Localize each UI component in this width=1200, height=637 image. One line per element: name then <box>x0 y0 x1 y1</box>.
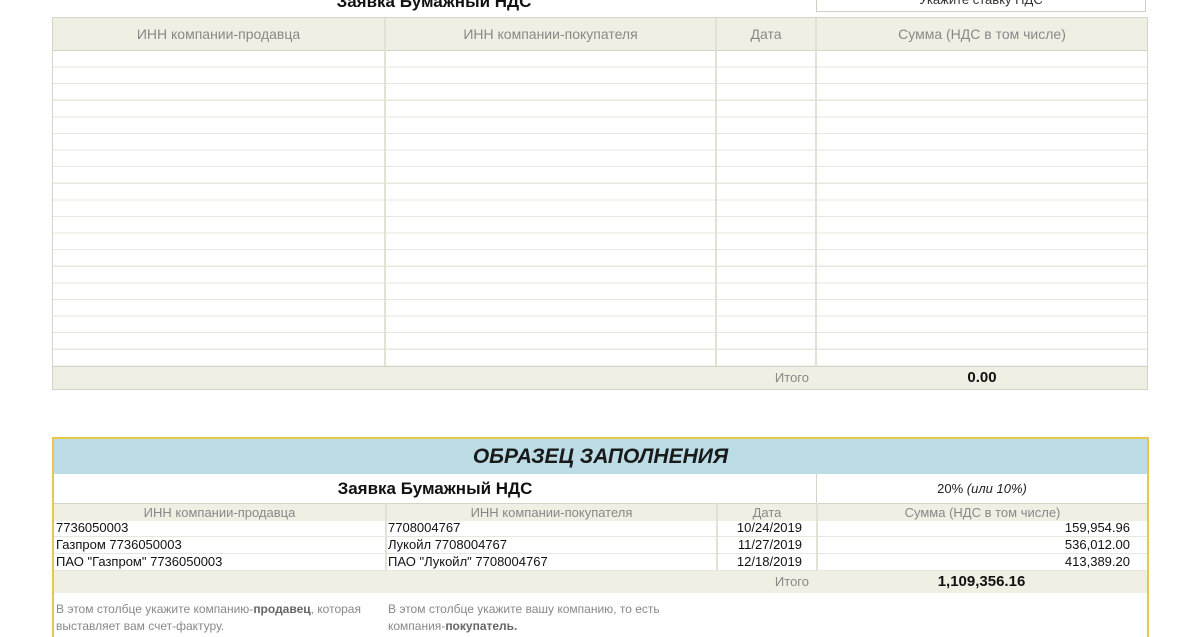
vat-rate-main: 20% <box>937 481 964 496</box>
table-row: ПАО "Газпром" 7736050003 ПАО "Лукойл" 77… <box>54 554 1147 571</box>
date-cell: 12/18/2019 <box>736 554 802 569</box>
column-divider <box>715 18 717 368</box>
header-seller-inn: ИНН компании-продавца <box>136 26 301 42</box>
header-buyer-inn: ИНН компании-покупателя <box>470 505 633 520</box>
note-bold: покупатель. <box>445 619 518 633</box>
total-label: Итого <box>774 574 809 589</box>
invoice-entry-table: ИНН компании-продавца ИНН компании-покуп… <box>52 17 1148 390</box>
buyer-cell: Лукойл 7708004767 <box>388 537 507 552</box>
top-sheet-title-clipped: Заявка Бумажный НДС <box>336 0 532 11</box>
column-divider <box>815 18 817 368</box>
vat-rate-alt: (или 10%) <box>966 481 1027 496</box>
buyer-cell: ПАО "Лукойл" 7708004767 <box>388 554 548 569</box>
amount-cell: 536,012.00 <box>1064 537 1130 552</box>
total-label: Итого <box>774 370 809 385</box>
total-value: 0.00 <box>967 369 997 386</box>
input-rows[interactable] <box>53 51 1147 368</box>
amount-cell: 413,389.20 <box>1064 554 1130 569</box>
seller-cell: ПАО "Газпром" 7736050003 <box>56 554 223 569</box>
date-cell: 10/24/2019 <box>736 520 802 535</box>
sample-table-header: ИНН компании-продавца ИНН компании-покуп… <box>54 503 1147 521</box>
header-amount: Сумма (НДС в том числе) <box>898 26 1066 42</box>
table-total-row: Итого 0.00 <box>53 366 1147 389</box>
sample-title: Заявка Бумажный НДС <box>337 479 533 498</box>
sample-vat-rate: 20% (или 10%) <box>816 474 1147 503</box>
sample-title-row: Заявка Бумажный НДС 20% (или 10%) <box>54 474 1147 503</box>
buyer-cell: 7708004767 <box>388 520 461 535</box>
amount-cell: 159,954.96 <box>1064 520 1130 535</box>
sample-banner: ОБРАЗЕЦ ЗАПОЛНЕНИЯ <box>54 439 1147 474</box>
sample-fill-table: ОБРАЗЕЦ ЗАПОЛНЕНИЯ Заявка Бумажный НДС 2… <box>52 437 1149 637</box>
sample-total-row: Итого 1,109,356.16 <box>54 571 1147 593</box>
note-bold: продавец <box>253 602 311 616</box>
date-cell: 11/27/2019 <box>737 537 802 552</box>
vat-rate-input-clipped[interactable]: Укажите ставку НДС <box>816 0 1146 12</box>
header-buyer-inn: ИНН компании-покупателя <box>463 26 638 42</box>
table-header: ИНН компании-продавца ИНН компании-покуп… <box>53 18 1147 51</box>
header-seller-inn: ИНН компании-продавца <box>143 505 296 520</box>
seller-cell: 7736050003 <box>56 520 129 535</box>
column-divider <box>384 18 386 368</box>
header-amount: Сумма (НДС в том числе) <box>904 505 1061 520</box>
seller-cell: Газпром 7736050003 <box>56 537 182 552</box>
table-row: 7736050003 7708004767 10/24/2019 159,954… <box>54 520 1147 537</box>
total-value: 1,109,356.16 <box>937 573 1026 590</box>
note-text: В этом столбце укажите вашу компанию, то… <box>388 602 660 633</box>
header-date: Дата <box>750 26 782 42</box>
note-text: В этом столбце укажите компанию- <box>56 602 254 616</box>
table-row: Газпром 7736050003 Лукойл 7708004767 11/… <box>54 537 1147 554</box>
header-date: Дата <box>752 505 782 520</box>
